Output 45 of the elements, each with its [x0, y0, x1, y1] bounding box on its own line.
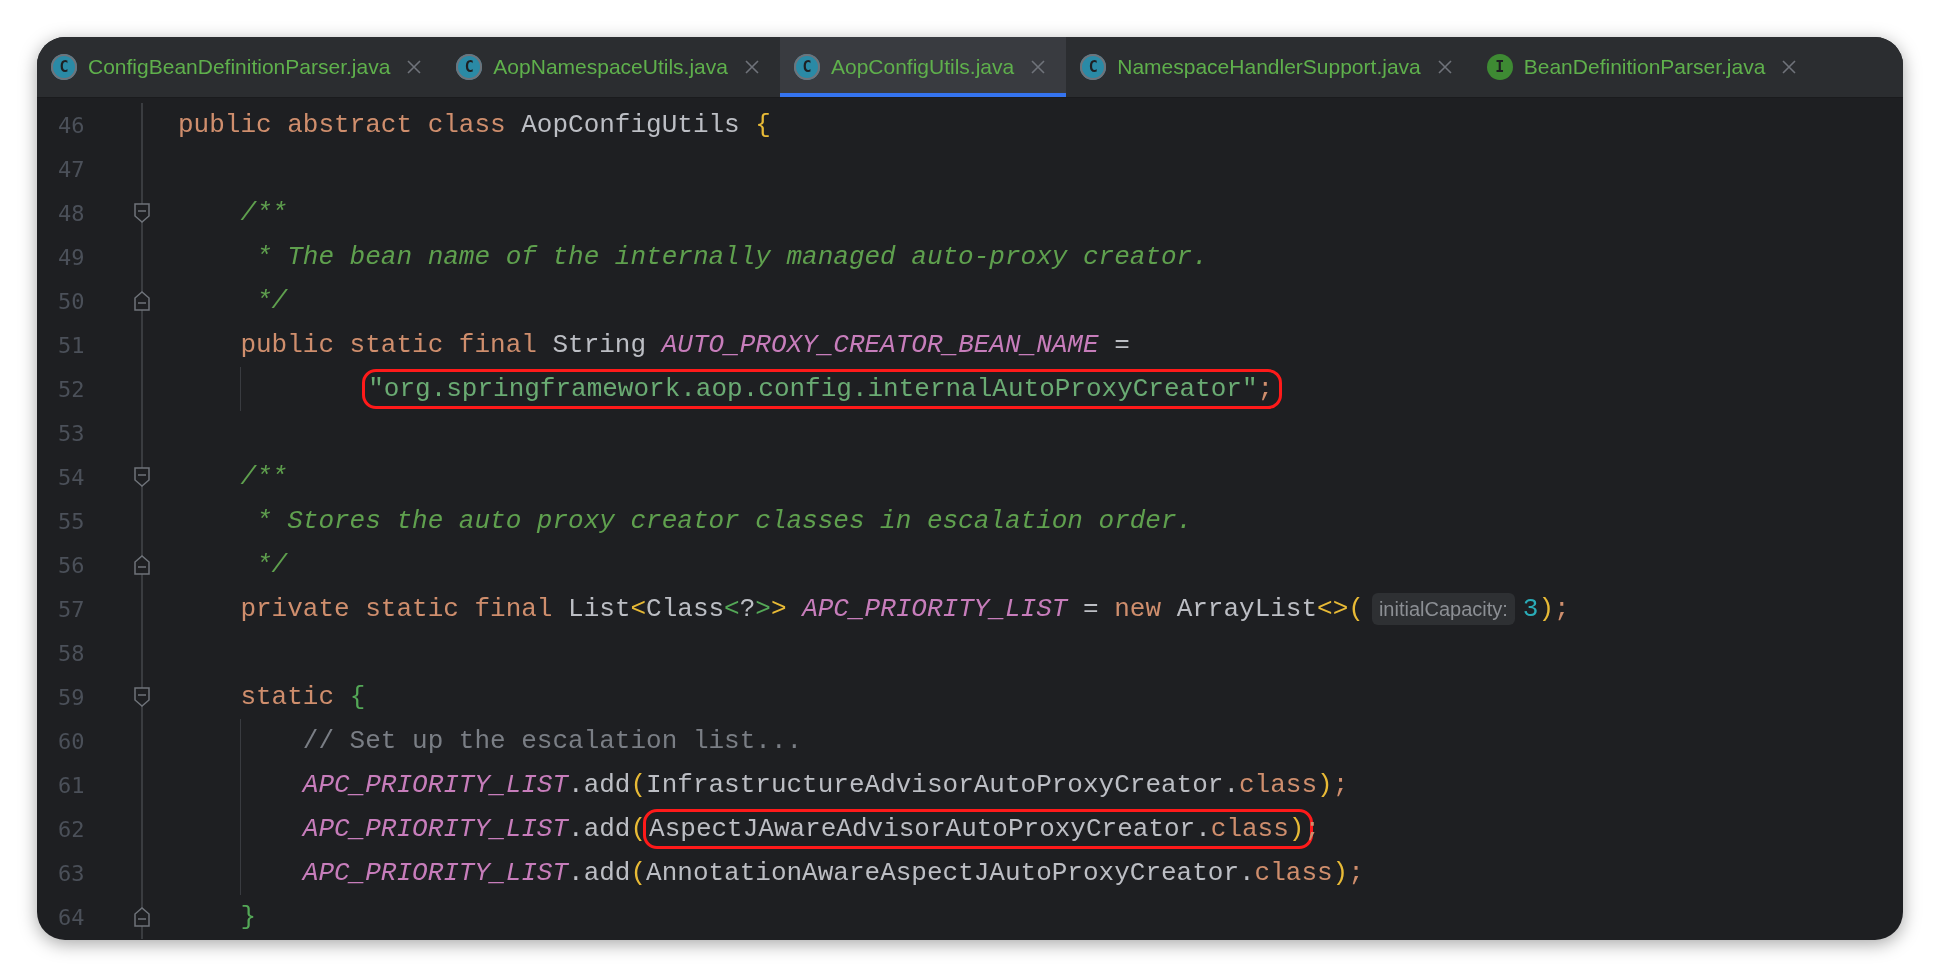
fold-icon[interactable]	[133, 906, 151, 928]
file-tab[interactable]: C NamespaceHandlerSupport.java	[1066, 37, 1473, 97]
parameter-hint: initialCapacity:	[1371, 593, 1515, 625]
tab-label: BeanDefinitionParser.java	[1523, 55, 1766, 79]
code-text: /**	[240, 198, 288, 228]
tab-label: AopConfigUtils.java	[830, 55, 1015, 79]
code-text: APC_PRIORITY_LIST.add(	[302, 814, 647, 844]
code-text: static {	[240, 682, 366, 712]
file-tab[interactable]: C AopNamespaceUtils.java	[442, 37, 780, 97]
code-text: /**	[240, 462, 288, 492]
code-text: * Stores the auto proxy creator classes in escalation order.	[255, 506, 1193, 536]
code-text: ;	[1304, 814, 1321, 844]
code-text: private static final List<Class<?>> APC_PRIORITY_LIST = new ArrayList<>(	[240, 594, 1364, 624]
code-text: * The bean name of the internally managed auto-proxy creator.	[255, 242, 1208, 272]
fold-icon[interactable]	[133, 554, 151, 576]
close-icon[interactable]	[743, 59, 760, 75]
close-icon[interactable]	[1030, 59, 1047, 75]
tab-label: ConfigBeanDefinitionParser.java	[88, 55, 391, 79]
fold-icon[interactable]	[133, 466, 151, 488]
circled-code: "org.springframework.aop.config.internalAutoProxyCreator";	[362, 369, 1283, 409]
file-tab[interactable]: C ConfigBeanDefinitionParser.java	[37, 37, 443, 97]
fold-icon[interactable]	[133, 290, 151, 312]
code-text: APC_PRIORITY_LIST.add(InfrastructureAdvisorAutoProxyCreator.class);	[302, 770, 1349, 800]
code-text: }	[240, 902, 256, 932]
class-icon: C	[51, 54, 77, 80]
code-text: APC_PRIORITY_LIST.add(AnnotationAwareAspectJAutoProxyCreator.class);	[302, 858, 1364, 888]
class-icon: C	[793, 54, 820, 80]
code-text: */	[255, 286, 288, 316]
class-icon: C	[456, 54, 483, 80]
close-icon[interactable]	[1781, 59, 1798, 75]
close-icon[interactable]	[1436, 59, 1453, 75]
code-text: */	[255, 550, 288, 580]
code-text: 3);	[1522, 594, 1570, 624]
tab-label: AopNamespaceUtils.java	[493, 55, 728, 79]
code-text: public abstract class AopConfigUtils {	[178, 110, 771, 140]
code-text: public static final String AUTO_PROXY_CREATOR_BEAN_NAME =	[240, 330, 1130, 360]
fold-icon[interactable]	[133, 686, 151, 708]
fold-icon[interactable]	[133, 202, 151, 224]
class-icon: C	[1080, 54, 1107, 80]
interface-icon: I	[1486, 54, 1513, 80]
file-tab[interactable]: I BeanDefinitionParser.java	[1472, 37, 1818, 97]
code-text: // Set up the escalation list...	[302, 726, 803, 756]
tab-label: NamespaceHandlerSupport.java	[1117, 55, 1421, 79]
file-tab[interactable]: C AopConfigUtils.java	[779, 37, 1067, 97]
close-icon[interactable]	[406, 59, 423, 75]
